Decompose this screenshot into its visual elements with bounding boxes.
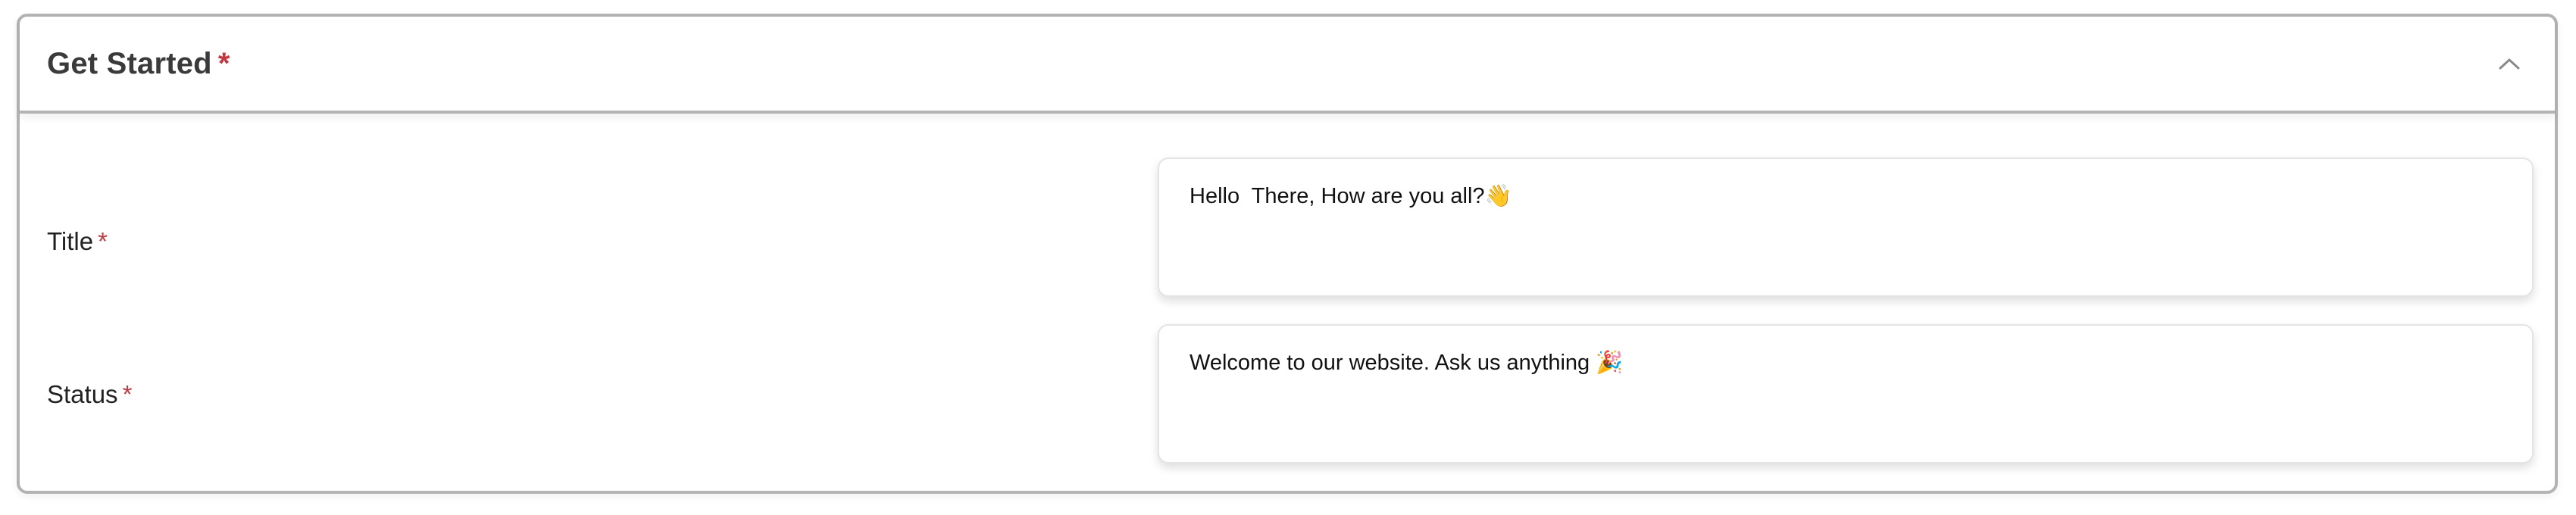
status-textarea[interactable]: Welcome to our website. Ask us anything …	[1158, 324, 2534, 464]
title-label: Title *	[47, 227, 108, 256]
status-label: Status *	[47, 380, 132, 409]
chevron-up-icon	[2499, 58, 2520, 70]
required-marker: *	[217, 46, 230, 80]
status-label-text: Status	[47, 380, 118, 408]
title-required-marker: *	[98, 227, 108, 255]
collapse-button[interactable]	[2496, 50, 2523, 77]
panel-title: Get Started *	[47, 47, 230, 81]
panel-title-text: Get Started	[47, 46, 212, 80]
title-textarea[interactable]: Hello There, How are you all?👋	[1158, 158, 2534, 297]
title-label-text: Title	[47, 227, 94, 255]
panel-header[interactable]: Get Started *	[20, 17, 2555, 114]
get-started-panel: Get Started * Title * Hello There, How are…	[17, 14, 2558, 494]
status-required-marker: *	[122, 380, 133, 408]
